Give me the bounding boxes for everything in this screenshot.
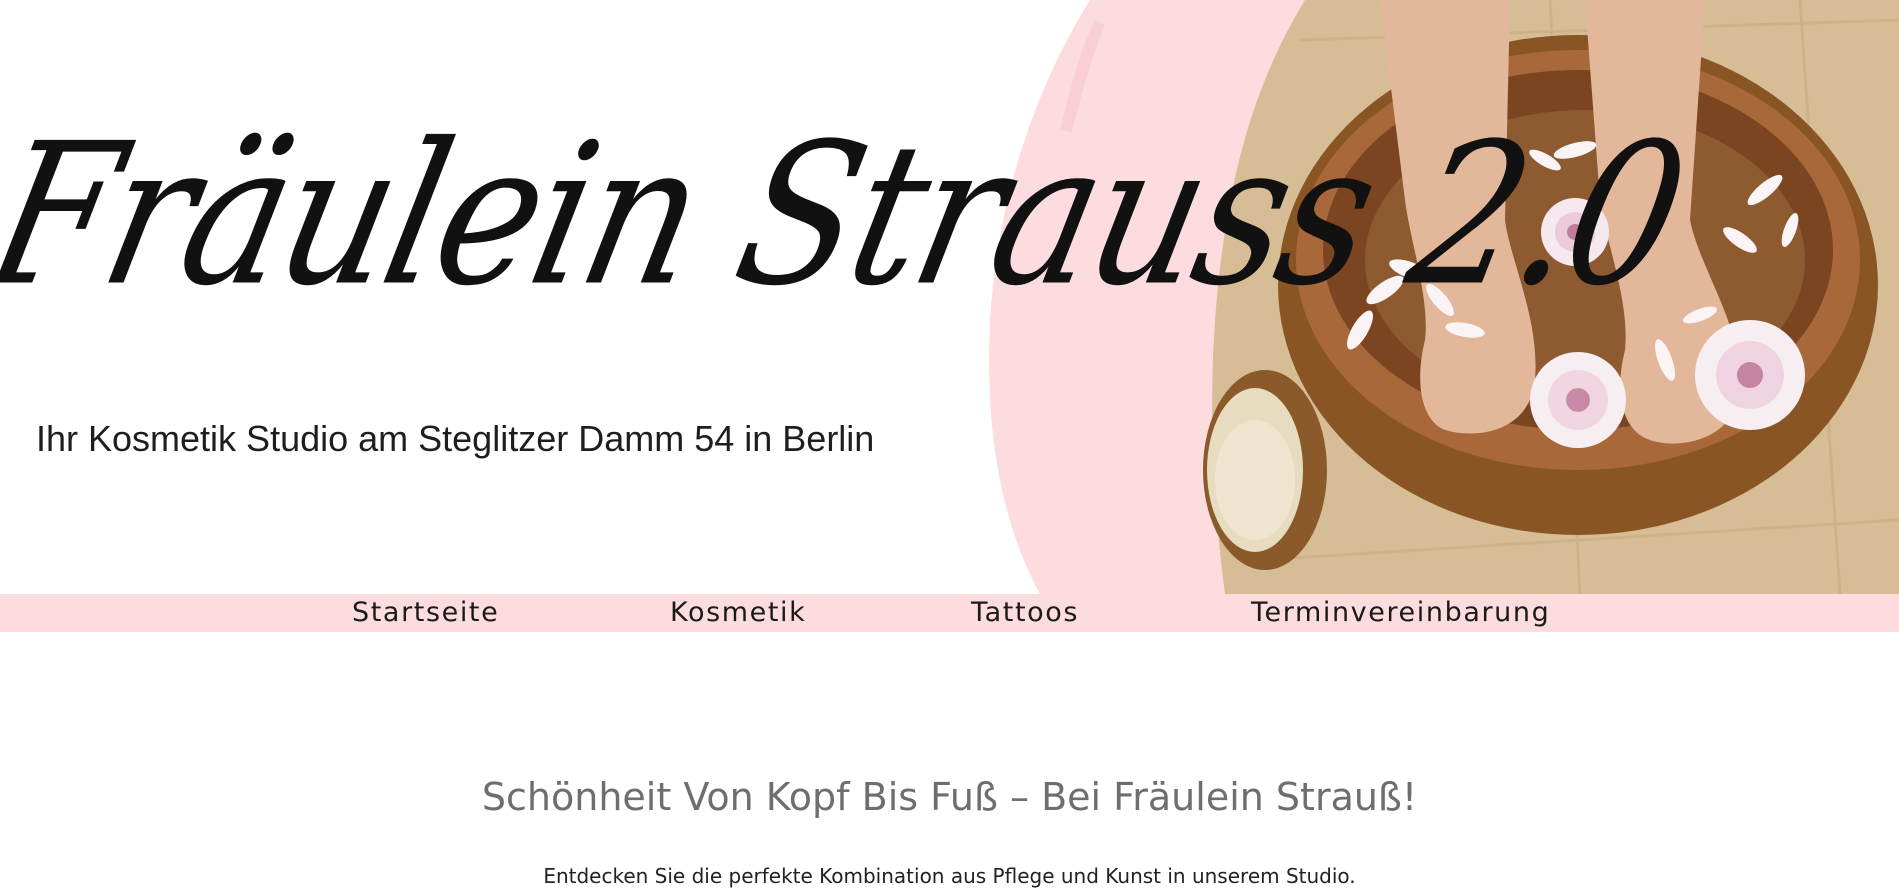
nav-item-startseite[interactable]: Startseite [352,594,499,632]
nav-item-kosmetik[interactable]: Kosmetik [670,594,806,632]
hero-banner: Fräulein Strauss 2.0 Ihr Kosmetik Studio… [0,0,1899,594]
brand-title: Fräulein Strauss 2.0 [0,101,1701,330]
nav-item-tattoos[interactable]: Tattoos [971,594,1079,632]
nav-item-terminvereinbarung[interactable]: Terminvereinbarung [1251,594,1550,632]
brand-subtitle: Ihr Kosmetik Studio am Steglitzer Damm 5… [36,418,875,459]
main-navigation: Startseite Kosmetik Tattoos Terminverein… [0,594,1899,632]
page-heading: Schönheit Von Kopf Bis Fuß – Bei Fräulei… [481,775,1418,819]
salt-bowl [1203,370,1327,570]
intro-paragraph: Entdecken Sie die perfekte Kombination a… [543,864,1356,888]
